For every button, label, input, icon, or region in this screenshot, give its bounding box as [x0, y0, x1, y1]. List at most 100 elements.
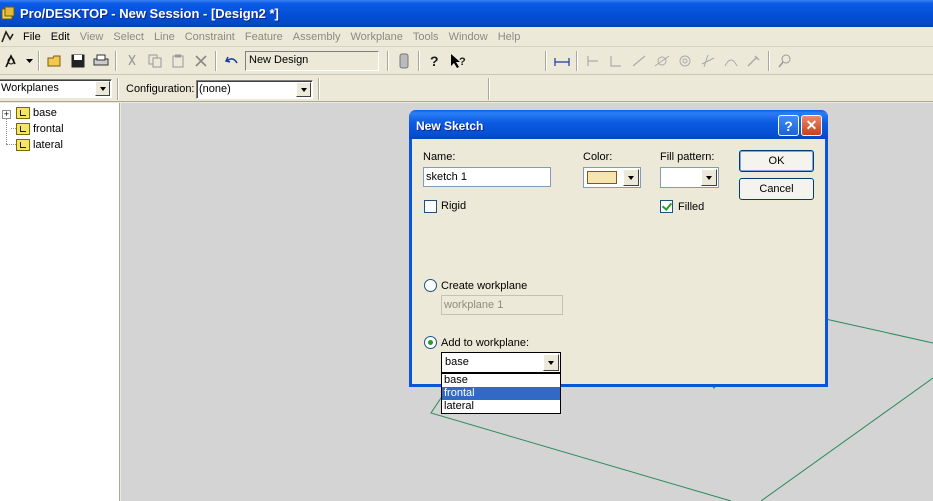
- menu-line[interactable]: Line: [149, 31, 180, 43]
- toolbar-separator: [38, 50, 40, 71]
- tree-item[interactable]: lateral: [16, 137, 63, 153]
- menu-constraint[interactable]: Constraint: [180, 31, 240, 43]
- toolbar-separator: [768, 50, 770, 71]
- main-toolbar: New Design ? ?: [0, 47, 933, 75]
- add-to-workplane-radio[interactable]: [424, 336, 437, 349]
- toolbar-separator: [418, 50, 420, 71]
- toolbar-separator: [117, 78, 119, 100]
- concentric-constraint-icon[interactable]: [673, 50, 696, 72]
- menu-file[interactable]: File: [18, 31, 46, 43]
- undo-icon[interactable]: [220, 50, 243, 72]
- configuration-label: Configuration:: [126, 83, 195, 95]
- rigid-label: Rigid: [441, 200, 467, 212]
- add-to-workplane-label: Add to workplane:: [441, 337, 530, 349]
- configuration-select[interactable]: (none): [196, 80, 313, 99]
- toolbar-separator: [545, 50, 547, 71]
- dialog-title-bar[interactable]: New Sketch ? ✕: [409, 110, 828, 139]
- app-icon: [0, 6, 16, 22]
- create-workplane-label: Create workplane: [441, 280, 528, 292]
- help-button[interactable]: ?: [778, 115, 799, 136]
- delete-icon[interactable]: [189, 50, 212, 72]
- name-input[interactable]: sketch 1: [423, 167, 551, 187]
- chevron-down-icon[interactable]: [543, 354, 559, 371]
- filled-checkbox[interactable]: [660, 200, 673, 213]
- rigid-checkbox[interactable]: [424, 200, 437, 213]
- design-name-field[interactable]: New Design: [245, 50, 379, 71]
- menu-workplane[interactable]: Workplane: [345, 31, 407, 43]
- equal-constraint-icon[interactable]: [696, 50, 719, 72]
- menu-select[interactable]: Select: [108, 31, 149, 43]
- sketch-tool-icon[interactable]: [0, 50, 23, 72]
- workplane-icon: [16, 107, 30, 119]
- svg-text:?: ?: [430, 53, 439, 69]
- toolbar-separator: [387, 50, 389, 71]
- title-bar[interactable]: Pro/DESKTOP - New Session - [Design2 *]: [0, 0, 933, 27]
- dropdown-option[interactable]: base: [442, 374, 560, 387]
- color-swatch: [587, 171, 617, 184]
- fill-pattern-label: Fill pattern:: [660, 151, 715, 163]
- arc-constraint-icon[interactable]: [719, 50, 742, 72]
- chevron-down-icon[interactable]: [701, 169, 717, 186]
- paste-icon[interactable]: [166, 50, 189, 72]
- color-label: Color:: [583, 151, 613, 163]
- toolbar-separator: [115, 50, 117, 71]
- create-workplane-radio[interactable]: [424, 279, 437, 292]
- open-folder-icon[interactable]: [43, 50, 66, 72]
- tangent-constraint-icon[interactable]: [650, 50, 673, 72]
- workplane-dropdown-list: base frontal lateral: [441, 373, 561, 414]
- add-to-workplane-select[interactable]: base: [441, 352, 561, 373]
- dimension-tool-icon[interactable]: [550, 50, 573, 72]
- filled-label: Filled: [678, 201, 705, 213]
- close-button[interactable]: ✕: [801, 115, 822, 136]
- browser-toolbar: Workplanes Configuration: (none): [0, 76, 933, 102]
- menu-edit[interactable]: Edit: [46, 31, 75, 43]
- toolbar-separator: [576, 50, 578, 71]
- chevron-down-icon[interactable]: [296, 82, 311, 97]
- wrench-constraint-icon[interactable]: [742, 50, 765, 72]
- cut-icon[interactable]: [120, 50, 143, 72]
- dropdown-arrow-icon[interactable]: [23, 50, 35, 72]
- traffic-light-icon[interactable]: [392, 50, 415, 72]
- cancel-button[interactable]: Cancel: [739, 178, 814, 200]
- toolbar-separator: [318, 78, 320, 100]
- create-workplane-input[interactable]: workplane 1: [441, 295, 563, 315]
- workplane-tree: base frontal lateral: [0, 103, 120, 501]
- ok-button[interactable]: OK: [739, 150, 814, 172]
- workplane-icon: [16, 123, 30, 135]
- menu-window[interactable]: Window: [444, 31, 493, 43]
- new-sketch-dialog: New Sketch ? ✕ Name: sketch 1 Color: Fil…: [409, 110, 828, 387]
- parallel-constraint-icon[interactable]: [581, 50, 604, 72]
- menu-help[interactable]: Help: [493, 31, 526, 43]
- chevron-down-icon[interactable]: [623, 169, 639, 186]
- perpendicular-constraint-icon[interactable]: [604, 50, 627, 72]
- menu-tools[interactable]: Tools: [408, 31, 444, 43]
- zoom-icon[interactable]: [773, 50, 796, 72]
- workplane-icon: [16, 139, 30, 151]
- name-label: Name:: [423, 151, 456, 163]
- menu-feature[interactable]: Feature: [240, 31, 288, 43]
- context-help-icon[interactable]: ?: [446, 50, 469, 72]
- save-icon[interactable]: [66, 50, 89, 72]
- svg-text:?: ?: [459, 56, 466, 68]
- window-title: Pro/DESKTOP - New Session - [Design2 *]: [20, 6, 279, 21]
- tree-item[interactable]: frontal: [16, 121, 64, 137]
- fill-pattern-select[interactable]: [660, 167, 719, 188]
- toolbar-separator: [488, 78, 490, 100]
- document-icon[interactable]: [0, 29, 16, 45]
- toolbar-separator: [215, 50, 217, 71]
- menu-view[interactable]: View: [75, 31, 109, 43]
- dialog-title: New Sketch: [416, 119, 484, 133]
- tree-item[interactable]: base: [16, 105, 57, 121]
- copy-icon[interactable]: [143, 50, 166, 72]
- chevron-down-icon[interactable]: [95, 81, 110, 96]
- color-select[interactable]: [583, 167, 641, 188]
- print-icon[interactable]: [89, 50, 112, 72]
- expand-icon[interactable]: +: [2, 110, 11, 119]
- menu-bar: File Edit View Select Line Constraint Fe…: [0, 27, 933, 47]
- dropdown-option[interactable]: lateral: [442, 400, 560, 413]
- menu-assembly[interactable]: Assembly: [288, 31, 346, 43]
- help-icon[interactable]: ?: [423, 50, 446, 72]
- line-constraint-icon[interactable]: [627, 50, 650, 72]
- tree-mode-select[interactable]: Workplanes: [0, 79, 112, 98]
- dropdown-option-selected[interactable]: frontal: [442, 387, 560, 400]
